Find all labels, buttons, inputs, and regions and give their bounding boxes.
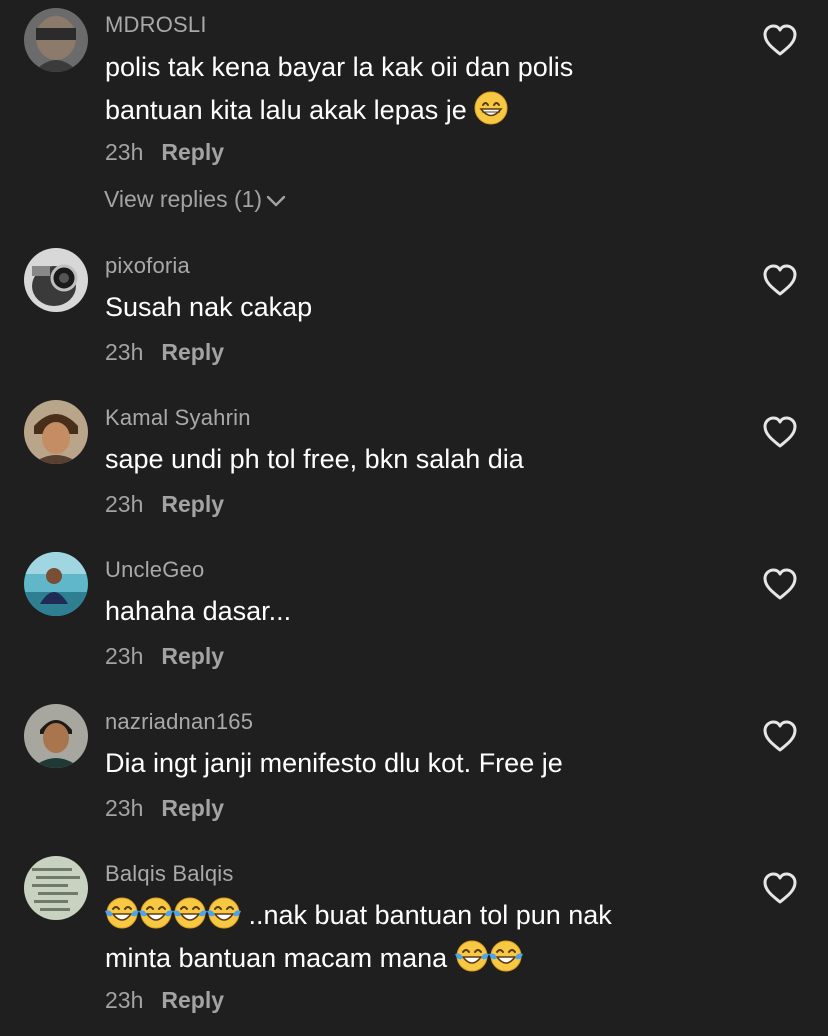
- comment-text: polis tak kena bayar la kak oii dan poli…: [105, 52, 574, 126]
- avatar[interactable]: [24, 552, 88, 616]
- comment-meta: 23h Reply: [105, 643, 224, 670]
- comment-text: Dia ingt janji menifesto dlu kot. Free j…: [105, 748, 563, 778]
- like-heart-icon[interactable]: [762, 871, 798, 905]
- like-heart-icon[interactable]: [762, 719, 798, 753]
- username[interactable]: MDROSLI: [105, 12, 207, 38]
- username[interactable]: UncleGeo: [105, 557, 204, 583]
- username[interactable]: Balqis Balqis: [105, 861, 234, 887]
- comment-text: ..nak buat bantuan tol pun nak minta ban…: [105, 894, 612, 980]
- tears-of-joy-emoji: [454, 938, 490, 974]
- username[interactable]: pixoforia: [105, 253, 190, 279]
- username[interactable]: Kamal Syahrin: [105, 405, 251, 431]
- tears-of-joy-emoji: [488, 938, 524, 974]
- like-heart-icon[interactable]: [762, 415, 798, 449]
- avatar[interactable]: [24, 704, 88, 768]
- reply-button[interactable]: Reply: [161, 139, 224, 165]
- timestamp: 23h: [105, 491, 144, 517]
- comment-text: Susah nak cakap: [105, 292, 313, 322]
- comment-text: sape undi ph tol free, bkn salah dia: [105, 444, 524, 474]
- avatar[interactable]: [24, 400, 88, 464]
- reply-button[interactable]: Reply: [161, 339, 224, 365]
- grinning-face-emoji: [473, 90, 509, 126]
- tears-of-joy-emoji: [206, 895, 242, 931]
- username[interactable]: nazriadnan165: [105, 709, 253, 735]
- avatar[interactable]: [24, 8, 88, 72]
- timestamp: 23h: [105, 339, 144, 365]
- tears-of-joy-emoji: [104, 895, 140, 931]
- comment-meta: 23h Reply: [105, 795, 224, 822]
- chevron-down-icon: [266, 195, 286, 207]
- timestamp: 23h: [105, 643, 144, 669]
- tears-of-joy-emoji: [172, 895, 208, 931]
- like-heart-icon[interactable]: [762, 263, 798, 297]
- reply-button[interactable]: Reply: [161, 987, 224, 1013]
- comment-text: hahaha dasar...: [105, 596, 292, 626]
- avatar[interactable]: [24, 248, 88, 312]
- reply-button[interactable]: Reply: [161, 795, 224, 821]
- comment-meta: 23h Reply: [105, 139, 224, 166]
- reply-button[interactable]: Reply: [161, 643, 224, 669]
- comment-meta: 23h Reply: [105, 491, 224, 518]
- avatar[interactable]: [24, 856, 88, 920]
- reply-button[interactable]: Reply: [161, 491, 224, 517]
- comment-meta: 23h Reply: [105, 339, 224, 366]
- view-replies-button[interactable]: View replies (1): [104, 186, 286, 213]
- timestamp: 23h: [105, 139, 144, 165]
- like-heart-icon[interactable]: [762, 567, 798, 601]
- like-heart-icon[interactable]: [762, 23, 798, 57]
- timestamp: 23h: [105, 987, 144, 1013]
- tears-of-joy-emoji: [138, 895, 174, 931]
- comment-meta: 23h Reply: [105, 987, 224, 1014]
- timestamp: 23h: [105, 795, 144, 821]
